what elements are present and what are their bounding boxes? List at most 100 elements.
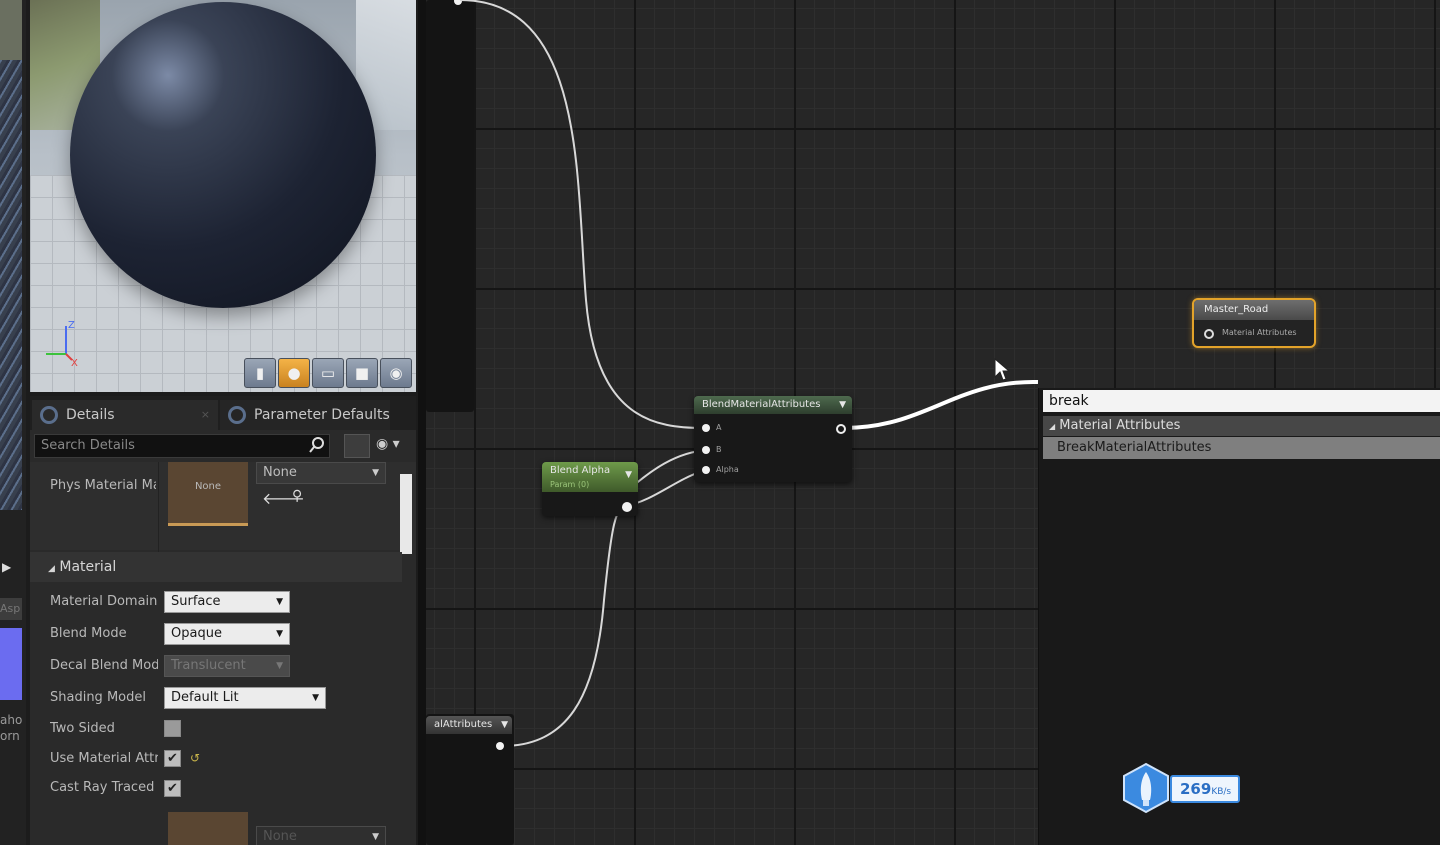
blend-alpha-node[interactable]: Blend Alpha Param (0) ▼ bbox=[542, 462, 638, 516]
preview-sphere bbox=[70, 2, 376, 308]
blend-pin-b-label: B bbox=[716, 445, 722, 454]
wire-dragging bbox=[843, 379, 1039, 430]
shading-model-dropdown[interactable]: Default Lit ▼ bbox=[164, 687, 326, 709]
tab-parameter-defaults-label: Parameter Defaults bbox=[254, 407, 390, 423]
blend-material-attributes-node[interactable]: BlendMaterialAttributes ▼ A B Alpha bbox=[694, 396, 852, 482]
color-swatch[interactable] bbox=[0, 628, 22, 700]
section-material-title: Material bbox=[59, 559, 117, 575]
master-input-pin[interactable] bbox=[1204, 329, 1214, 339]
material-preview-viewport[interactable]: Z X ▮ ● ▭ ■ ◉ bbox=[30, 0, 416, 392]
blend-pin-b[interactable] bbox=[702, 446, 710, 454]
texture-preview-top bbox=[0, 0, 22, 60]
phys-material-thumbnail[interactable]: None bbox=[168, 462, 248, 526]
shading-model-value: Default Lit bbox=[171, 690, 239, 705]
close-icon[interactable]: × bbox=[201, 400, 210, 430]
left-side-strip: ▶ Asp aho orn bbox=[0, 0, 26, 845]
prop-label-cast-ray-traced: Cast Ray Traced bbox=[50, 780, 155, 795]
chevron-down-icon: ▼ bbox=[625, 470, 632, 480]
cast-ray-traced-checkbox[interactable]: ✔ bbox=[164, 780, 181, 797]
panel-tabs: Details × Parameter Defaults bbox=[30, 396, 416, 430]
panel-splitter[interactable] bbox=[418, 0, 426, 845]
plane-icon[interactable]: ▭ bbox=[312, 358, 344, 388]
phys-material-row: Phys Material Ma None None ▼ 🡐 ⚲ bbox=[30, 462, 416, 550]
blend-output-pin[interactable] bbox=[836, 424, 846, 434]
section-material-header[interactable]: ◢ Material bbox=[30, 552, 402, 582]
strip-text: aho orn bbox=[0, 713, 22, 743]
scrollbar[interactable] bbox=[400, 474, 412, 554]
blend-node-title-text: BlendMaterialAttributes bbox=[702, 399, 821, 410]
material-domain-dropdown[interactable]: Surface ▼ bbox=[164, 591, 290, 613]
chevron-down-icon: ▼ bbox=[312, 693, 319, 703]
preview-shape-toolbar: ▮ ● ▭ ■ ◉ bbox=[244, 358, 412, 388]
lower-node-title-text: alAttributes bbox=[434, 719, 493, 730]
cube-icon[interactable]: ■ bbox=[346, 358, 378, 388]
prop-label-blend-mode: Blend Mode bbox=[50, 626, 127, 641]
details-search-row: Search Details ◉ ▾ bbox=[34, 434, 414, 460]
network-speed-value: 269 bbox=[1180, 780, 1212, 798]
context-item-break-material-attributes[interactable]: BreakMaterialAttributes bbox=[1043, 437, 1440, 459]
bottom-combo[interactable]: None ▼ bbox=[256, 826, 386, 845]
two-sided-checkbox[interactable] bbox=[164, 720, 181, 737]
decal-blend-mode-value: Translucent bbox=[171, 658, 246, 673]
grid-view-icon[interactable] bbox=[344, 434, 370, 458]
wire-upper-to-a bbox=[459, 0, 705, 429]
chevron-down-icon: ▼ bbox=[276, 661, 283, 671]
master-pin-label: Material Attributes bbox=[1222, 328, 1297, 337]
prop-label-material-domain: Material Domain bbox=[50, 594, 158, 609]
cylinder-icon[interactable]: ▮ bbox=[244, 358, 276, 388]
strip-label: Asp bbox=[0, 598, 22, 620]
context-category-label: Material Attributes bbox=[1059, 418, 1181, 433]
teapot-icon[interactable]: ◉ bbox=[380, 358, 412, 388]
bottom-combo-value: None bbox=[263, 829, 297, 844]
master-node-title: Master_Road bbox=[1194, 300, 1314, 320]
network-speed-widget: 269KB/s bbox=[1122, 762, 1242, 814]
tab-details[interactable]: Details × bbox=[32, 400, 218, 430]
search-details-input[interactable]: Search Details bbox=[34, 434, 330, 458]
decal-blend-mode-dropdown: Translucent ▼ bbox=[164, 655, 290, 677]
details-icon bbox=[40, 406, 58, 424]
context-category-material-attributes[interactable]: ◢ Material Attributes bbox=[1043, 416, 1440, 436]
prop-label-decal-blend-mode: Decal Blend Mode bbox=[50, 658, 158, 673]
details-panel: Details × Parameter Defaults Search Deta… bbox=[30, 396, 416, 845]
phys-material-combo[interactable]: None ▼ bbox=[256, 462, 386, 484]
material-editor: { "left_strip": {"label": "Asp", "text":… bbox=[0, 0, 1440, 845]
tab-parameter-defaults[interactable]: Parameter Defaults bbox=[220, 400, 390, 430]
lower-node-title: alAttributes ▼ bbox=[426, 716, 512, 734]
material-graph-canvas[interactable]: BlendMaterialAttributes ▼ A B Alpha Blen… bbox=[426, 0, 1440, 845]
collapse-triangle-icon: ◢ bbox=[48, 564, 55, 574]
lower-node-output-pin[interactable] bbox=[496, 742, 504, 750]
browse-search-icon[interactable]: ⚲ bbox=[292, 488, 302, 504]
reset-to-default-icon[interactable]: ↺ bbox=[190, 751, 200, 765]
context-search-input[interactable]: break bbox=[1043, 390, 1440, 412]
texture-preview bbox=[0, 0, 22, 510]
use-material-attributes-checkbox[interactable]: ✔ bbox=[164, 750, 181, 767]
bottom-thumbnail[interactable] bbox=[168, 812, 248, 845]
prop-label-shading-model: Shading Model bbox=[50, 690, 146, 705]
chevron-down-icon: ▼ bbox=[839, 400, 846, 410]
prop-label-use-material-attributes: Use Material Attr bbox=[50, 751, 158, 766]
axis-z-label: Z bbox=[68, 320, 75, 331]
expand-arrow-icon[interactable]: ▶ bbox=[2, 560, 11, 574]
master-road-node[interactable]: Master_Road Material Attributes bbox=[1192, 298, 1316, 348]
chevron-down-icon: ▼ bbox=[372, 832, 379, 842]
blend-mode-dropdown[interactable]: Opaque ▼ bbox=[164, 623, 290, 645]
collapse-triangle-icon: ◢ bbox=[1049, 422, 1056, 431]
blend-pin-alpha[interactable] bbox=[702, 466, 710, 474]
search-icon[interactable] bbox=[308, 436, 326, 454]
chevron-down-icon: ▼ bbox=[372, 468, 379, 478]
phys-material-label: Phys Material Ma bbox=[50, 478, 156, 493]
blend-pin-alpha-label: Alpha bbox=[716, 465, 739, 474]
chevron-down-icon: ▼ bbox=[276, 629, 283, 639]
mouse-cursor-icon bbox=[994, 358, 1010, 381]
wire-lower-to-blend bbox=[501, 505, 627, 747]
rocket-icon bbox=[1123, 762, 1169, 814]
parameter-icon bbox=[228, 406, 246, 424]
blend-pin-a[interactable] bbox=[702, 424, 710, 432]
prop-label-two-sided: Two Sided bbox=[50, 721, 115, 736]
blend-pin-a-label: A bbox=[716, 423, 722, 432]
blend-node-title: BlendMaterialAttributes ▼ bbox=[694, 396, 852, 414]
eye-visibility-icon[interactable]: ◉ ▾ bbox=[376, 436, 414, 456]
sphere-icon[interactable]: ● bbox=[278, 358, 310, 388]
alpha-output-pin[interactable] bbox=[622, 502, 632, 512]
blend-mode-value: Opaque bbox=[171, 626, 222, 641]
